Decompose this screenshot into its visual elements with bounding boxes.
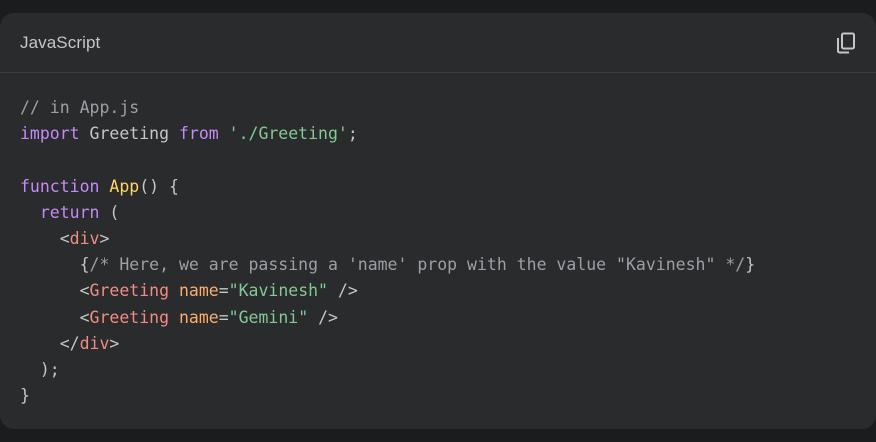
code-token-plain: </ xyxy=(20,333,80,353)
code-token-plain: < xyxy=(20,307,90,327)
code-line: function App() { xyxy=(20,174,856,200)
code-token-plain: = xyxy=(218,281,229,301)
code-token-plain: /> xyxy=(328,281,358,301)
code-token-tag: div xyxy=(69,228,100,248)
code-token-tag: div xyxy=(79,333,110,353)
code-token-func: App xyxy=(109,176,140,196)
code-token-plain: ; xyxy=(347,124,358,144)
code-token-attr: name xyxy=(178,307,219,327)
code-line: <Greeting name="Gemini" /> xyxy=(20,305,856,331)
code-line: // in App.js xyxy=(20,95,856,121)
code-token-string: "Gemini" xyxy=(228,307,309,327)
code-token-keyword: function xyxy=(20,176,100,196)
copy-icon xyxy=(837,32,855,53)
copy-code-button[interactable] xyxy=(834,31,858,55)
code-content: // in App.js import Greeting from './Gree… xyxy=(0,73,876,409)
code-token-string: './Greeting' xyxy=(228,124,348,144)
code-token-plain: = xyxy=(218,307,229,327)
code-token-keyword: return xyxy=(39,202,100,222)
code-token-plain: } xyxy=(20,386,30,406)
code-line: return ( xyxy=(20,200,856,226)
code-token-plain: { xyxy=(20,255,90,275)
code-token-attr: name xyxy=(178,281,219,301)
code-token-plain: ); xyxy=(20,359,60,379)
code-token-keyword: import xyxy=(20,124,80,144)
code-token-plain: < xyxy=(20,228,70,248)
code-line: <div> xyxy=(20,226,856,252)
code-token-plain: /> xyxy=(308,307,338,327)
code-token-plain: () { xyxy=(139,176,179,196)
code-line: </div> xyxy=(20,331,856,357)
code-token-plain: < xyxy=(20,281,90,301)
code-line: {/* Here, we are passing a 'name' prop w… xyxy=(20,252,856,278)
language-label: JavaScript xyxy=(20,32,101,52)
code-line: import Greeting from './Greeting'; xyxy=(20,121,856,147)
code-token-plain: ( xyxy=(99,202,120,222)
code-token-tag: Greeting xyxy=(89,307,170,327)
code-token-keyword: from xyxy=(178,124,219,144)
code-block-header: JavaScript xyxy=(0,13,876,73)
code-token-plain: > xyxy=(109,333,120,353)
code-token-string: "Kavinesh" xyxy=(228,281,328,301)
code-token-plain: Greeting xyxy=(79,124,179,144)
code-token-tag: Greeting xyxy=(89,281,170,301)
code-line: <Greeting name="Kavinesh" /> xyxy=(20,278,856,304)
code-line: } xyxy=(20,383,856,409)
code-token-comment: /* Here, we are passing a 'name' prop wi… xyxy=(89,255,746,275)
code-token-plain: > xyxy=(99,228,110,248)
code-block: JavaScript // in App.js import Greeting f… xyxy=(0,13,876,429)
code-token-comment: // in App.js xyxy=(20,98,140,117)
code-token-plain: } xyxy=(745,255,756,275)
code-line: ); xyxy=(20,357,856,383)
